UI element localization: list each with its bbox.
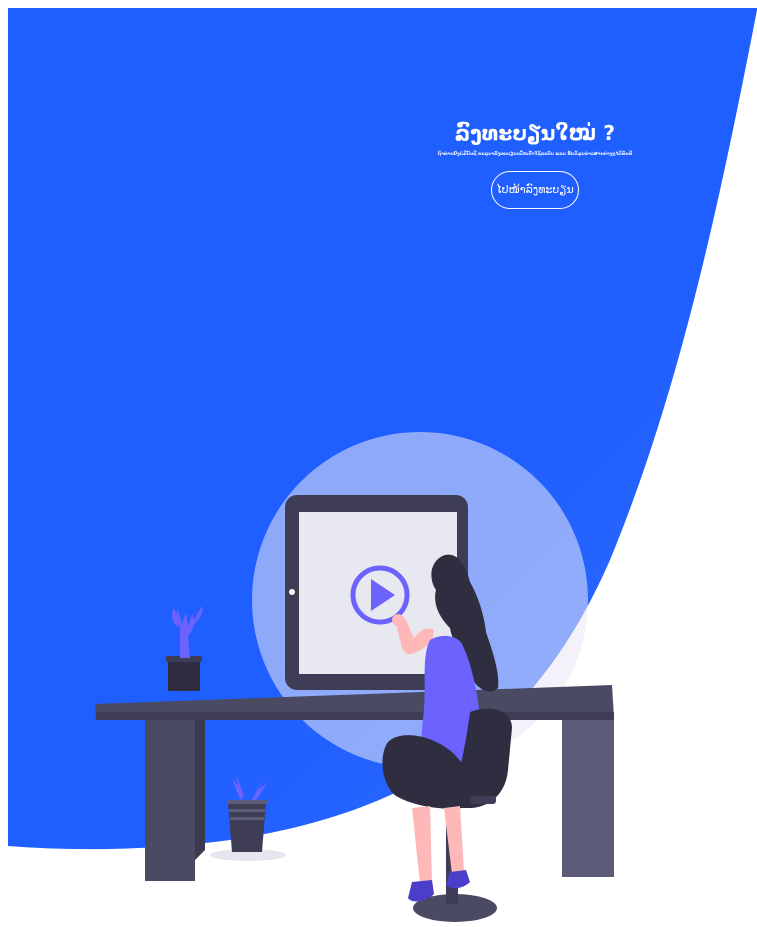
chair-armrest <box>470 796 496 804</box>
woman-leg-left <box>412 806 432 884</box>
monitor-camera <box>289 589 295 595</box>
desk-leg-right <box>562 712 614 877</box>
cactus-plant-icon <box>166 606 203 691</box>
signup-title: ລົງທະບຽນໃໝ່ ? <box>454 121 616 145</box>
go-to-signup-button[interactable]: ໄປໜ້າລົງທະບຽນ <box>491 171 579 209</box>
potted-plant-icon <box>227 774 268 852</box>
desk-top-edge <box>96 712 614 720</box>
desk-leg-left <box>145 715 195 881</box>
signup-panel: ລົງທະບຽນໃໝ່ ? ຖ້າທ່ານຍັງບໍ່ມີບັນຊີ ກະລຸນ… <box>420 120 650 209</box>
signup-page: ລົງທະບຽນໃໝ່ ? ຖ້າທ່ານຍັງບໍ່ມີບັນຊີ ກະລຸນ… <box>0 0 757 927</box>
woman-hand <box>392 614 404 626</box>
signup-description: ຖ້າທ່ານຍັງບໍ່ມີບັນຊີ ກະລຸນາລົງທະບຽນເພື່ອ… <box>437 152 633 157</box>
desk-leg-left-shadow <box>195 715 205 860</box>
